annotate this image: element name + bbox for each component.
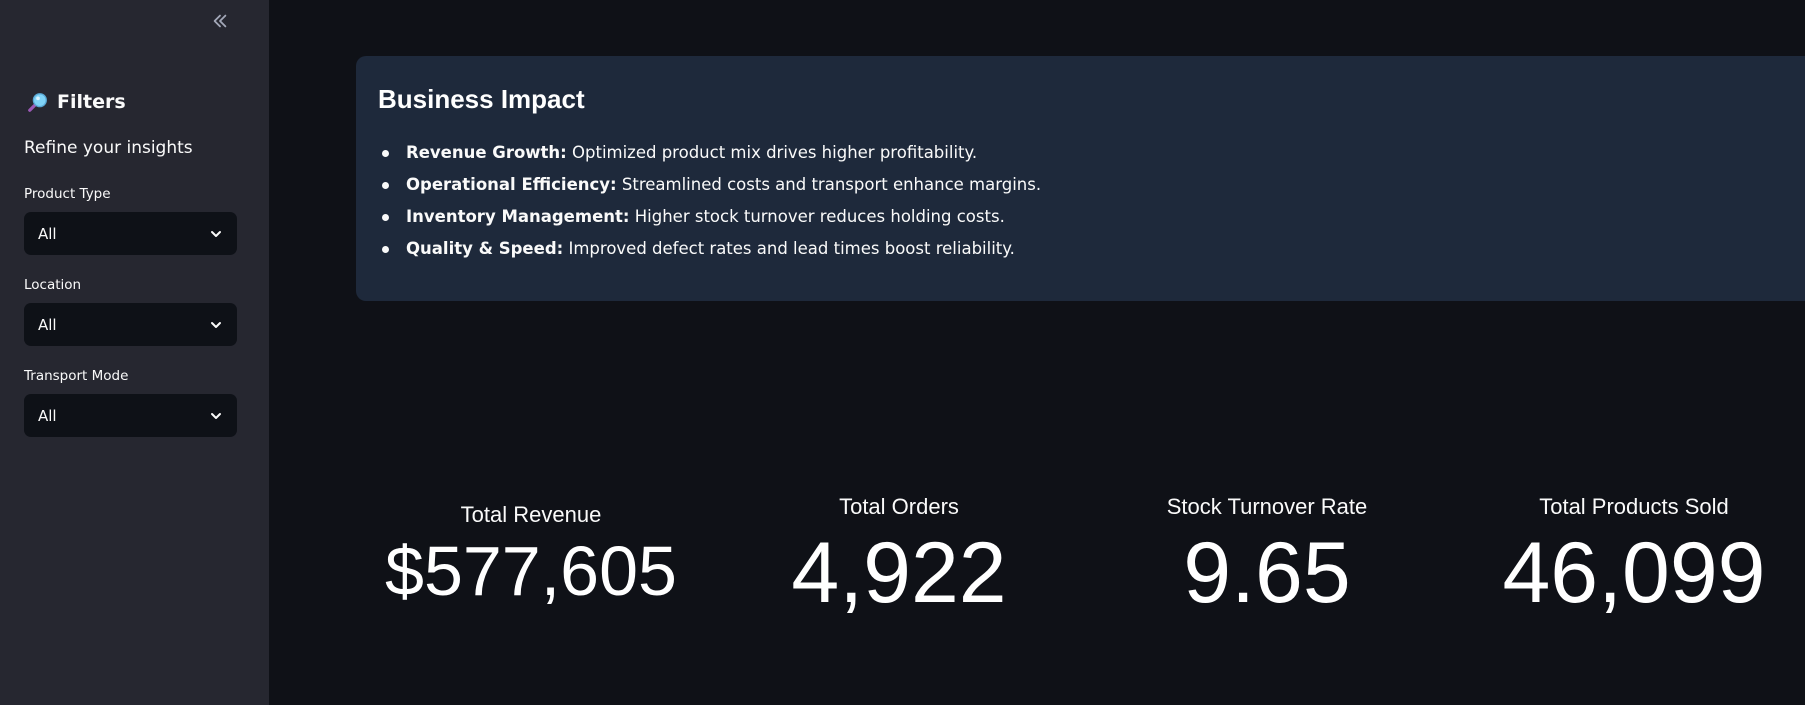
metric-value: 46,099 <box>1502 525 1766 621</box>
app-root: Filters Refine your insights Product Typ… <box>0 0 1805 705</box>
magnifying-glass-icon <box>27 91 49 113</box>
collapse-sidebar-button[interactable] <box>206 10 234 36</box>
product-type-select[interactable]: All <box>24 212 237 255</box>
location-label: Location <box>24 277 82 293</box>
list-item-heading: Operational Efficiency: <box>406 175 617 194</box>
metric-label: Total Revenue <box>460 502 602 527</box>
list-item: Operational Efficiency: Streamlined cost… <box>378 169 1783 201</box>
metric-stock-turnover-rate: Stock Turnover Rate 9.65 <box>1083 492 1451 616</box>
transport-mode-value: All <box>38 406 57 425</box>
list-item: Revenue Growth: Optimized product mix dr… <box>378 137 1783 169</box>
product-type-label: Product Type <box>24 186 111 202</box>
metric-label: Total Orders <box>839 494 959 519</box>
metric-value: $577,605 <box>385 532 677 610</box>
list-item-text: Higher stock turnover reduces holding co… <box>629 207 1005 226</box>
chevron-down-icon <box>209 409 223 423</box>
transport-mode-label: Transport Mode <box>24 368 129 384</box>
metric-value: 4,922 <box>791 525 1007 621</box>
metric-total-revenue: Total Revenue $577,605 <box>347 500 715 606</box>
sidebar-header: Filters <box>27 91 126 113</box>
chevron-down-icon <box>209 318 223 332</box>
list-item-heading: Inventory Management: <box>406 207 630 226</box>
transport-mode-select[interactable]: All <box>24 394 237 437</box>
sidebar-title: Filters <box>57 91 126 113</box>
sidebar: Filters Refine your insights Product Typ… <box>0 0 269 705</box>
list-item-heading: Revenue Growth: <box>406 143 567 162</box>
chevrons-left-icon <box>211 12 229 35</box>
sidebar-subtitle: Refine your insights <box>24 138 193 158</box>
list-item-text: Streamlined costs and transport enhance … <box>616 175 1042 194</box>
metric-label: Stock Turnover Rate <box>1166 494 1368 519</box>
list-item-text: Optimized product mix drives higher prof… <box>566 143 978 162</box>
business-impact-card: Business Impact Revenue Growth: Optimize… <box>356 56 1805 301</box>
metric-total-orders: Total Orders 4,922 <box>715 492 1083 616</box>
list-item: Quality & Speed: Improved defect rates a… <box>378 233 1783 265</box>
chevron-down-icon <box>209 227 223 241</box>
list-item-heading: Quality & Speed: <box>406 239 564 258</box>
metric-total-products-sold: Total Products Sold 46,099 <box>1451 492 1805 616</box>
location-select[interactable]: All <box>24 303 237 346</box>
product-type-value: All <box>38 224 57 243</box>
list-item: Inventory Management: Higher stock turno… <box>378 201 1783 233</box>
business-impact-list: Revenue Growth: Optimized product mix dr… <box>378 137 1783 265</box>
metric-value: 9.65 <box>1183 525 1351 621</box>
list-item-text: Improved defect rates and lead times boo… <box>563 239 1015 258</box>
metric-label: Total Products Sold <box>1539 494 1729 519</box>
location-value: All <box>38 315 57 334</box>
business-impact-title: Business Impact <box>378 84 585 114</box>
